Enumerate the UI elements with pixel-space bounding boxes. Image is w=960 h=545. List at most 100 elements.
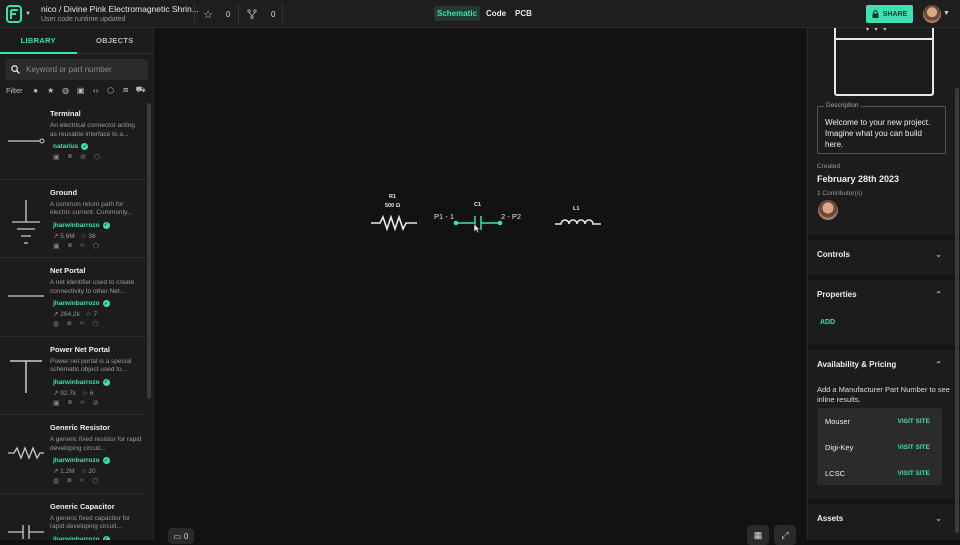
globe-icon: ◍ [53, 478, 60, 485]
item-stats: ↗ 5.6M ☆ 38 [53, 232, 96, 240]
tab-pcb[interactable]: PCB [512, 6, 535, 21]
expand-icon: ⤢ [781, 529, 789, 540]
inductor-symbol[interactable] [555, 214, 601, 228]
comments-button[interactable]: ▭ 0 [168, 528, 194, 544]
item-stats: ↗ 264.2k ☆ 7 [53, 310, 97, 318]
image-filter-icon[interactable]: ▣ [76, 85, 86, 95]
author-name: jharwinbarrozo [53, 378, 100, 386]
item-name: Terminal [50, 109, 81, 118]
vendor-row: Digi-Key VISIT SITE [817, 434, 942, 460]
footprint-filter-icon[interactable]: ⧈ [121, 85, 131, 95]
image-icon: ▣ [53, 154, 60, 161]
image-icon: ▣ [53, 242, 60, 250]
ground-symbol-icon [12, 199, 40, 244]
no-code-icon: ⊘ [80, 154, 86, 161]
description-label: Description [824, 102, 861, 109]
item-author[interactable]: jharwinbarrozo ✓ [53, 378, 110, 386]
item-badges: ▣ ⧈ ‹› ⬡ [53, 242, 99, 250]
item-author[interactable]: jharwinbarrozo ✓ [53, 535, 110, 540]
item-author[interactable]: jharwinbarrozo ✓ [53, 300, 110, 307]
schematic-canvas[interactable]: R1 500 Ω P1 - 1 C1 2 - P2 L1 ▭ 0 ▦ ⤢ [155, 28, 807, 545]
star-icon: ☆ [85, 311, 92, 318]
created-label: Created [817, 163, 841, 170]
section-title: Assets [817, 513, 844, 523]
star-icon: ☆ [82, 389, 88, 397]
grid-toggle-button[interactable]: ▦ [747, 525, 769, 545]
comment-count: 0 [184, 531, 189, 541]
code-filter-icon[interactable]: ‹› [91, 85, 101, 95]
item-name: Net Portal [50, 266, 86, 275]
assets-section-header[interactable]: Assets ⌄ [808, 499, 960, 532]
add-property-button[interactable]: ADD [820, 319, 835, 326]
cart-filter-icon[interactable]: ⛟ [136, 85, 146, 95]
divider [282, 4, 283, 24]
tab-schematic[interactable]: Schematic [434, 6, 481, 21]
star-button[interactable]: ☆ 0 [199, 5, 230, 23]
visit-site-link[interactable]: VISIT SITE [897, 470, 930, 477]
chevron-down-icon[interactable]: ▼ [943, 10, 950, 17]
mouse-cursor-icon [473, 223, 481, 234]
list-item-generic-resistor[interactable]: Generic Resistor A generic fixed resisto… [0, 415, 146, 494]
more-icon[interactable]: ▾ ▾ ▾ [866, 28, 888, 33]
list-item-terminal[interactable]: Terminal An electrical connector acting … [0, 101, 146, 180]
item-description: A generic fixed capacitor for rapid deve… [50, 514, 131, 531]
stars-count: 20 [88, 468, 96, 475]
code-icon: ‹› [80, 241, 85, 249]
visit-site-link[interactable]: VISIT SITE [897, 418, 930, 425]
trend-icon: ↗ [53, 389, 59, 397]
uses-stat: ↗ 264.2k [53, 310, 80, 318]
chevron-up-icon: ⌃ [935, 289, 942, 299]
star-filter-icon[interactable]: ★ [46, 85, 56, 95]
footprint-icon: ⧈ [67, 398, 73, 406]
tab-code[interactable]: Code [483, 6, 509, 21]
inspector-scrollbar[interactable] [955, 88, 959, 533]
item-author[interactable]: jharwinbarrozo ✓ [53, 221, 110, 229]
flux-logo-menu[interactable]: ▼ [6, 4, 36, 24]
item-description: A generic fixed resistor for rapid devel… [50, 436, 142, 452]
no-model-icon: ⬡ [92, 242, 99, 250]
user-avatar[interactable] [923, 5, 941, 23]
availability-section-header[interactable]: Availability & Pricing ⌃ [808, 345, 960, 378]
comment-icon: ▭ [173, 531, 182, 541]
stars-count: 6 [89, 389, 94, 397]
tab-library[interactable]: LIBRARY [0, 28, 77, 54]
divider [238, 4, 239, 24]
visit-site-link[interactable]: VISIT SITE [897, 444, 930, 451]
filter-label: Filter [6, 85, 23, 95]
user-filter-icon[interactable]: ● [31, 85, 41, 95]
contributor-avatar[interactable] [818, 200, 838, 220]
description-text: Welcome to your new project. Imagine wha… [825, 118, 931, 149]
list-item-net-portal[interactable]: Net Portal A net identifier used to crea… [0, 258, 146, 337]
globe-filter-icon[interactable]: ◍ [61, 85, 71, 95]
model-icon: ⬡ [92, 478, 99, 485]
library-scrollbar[interactable] [147, 103, 151, 399]
tab-objects[interactable]: OBJECTS [76, 28, 153, 54]
grid-icon: ▦ [753, 529, 763, 540]
divider [194, 4, 195, 24]
list-item-power-net-portal[interactable]: Power Net Portal Power net portal is a s… [0, 337, 146, 415]
fit-view-button[interactable]: ⤢ [774, 525, 796, 545]
resistor-symbol[interactable] [371, 212, 417, 234]
list-item-ground[interactable]: Ground A common return path for electric… [0, 180, 146, 258]
code-icon: ‹› [80, 398, 85, 406]
resistor-symbol-icon [8, 446, 44, 460]
item-author[interactable]: jharwinbarrozo ✓ [53, 457, 110, 464]
terminal-symbol-icon [8, 138, 45, 144]
controls-section-header[interactable]: Controls ⌄ [808, 235, 960, 268]
uses-count: 5.6M [60, 232, 75, 240]
section-title: Controls [817, 249, 850, 259]
fork-button[interactable]: 0 [243, 5, 275, 23]
search-icon [11, 65, 20, 74]
code-icon: ‹› [79, 477, 85, 484]
list-item-generic-capacitor[interactable]: Generic Capacitor A generic fixed capaci… [0, 494, 146, 540]
description-field[interactable]: Description Welcome to your new project.… [817, 102, 946, 154]
cube-filter-icon[interactable]: ⬡ [106, 85, 116, 95]
item-author[interactable]: natarius ✓ [53, 143, 89, 150]
share-button[interactable]: SHARE [866, 5, 913, 23]
search-input[interactable] [26, 65, 146, 74]
item-name: Ground [50, 187, 78, 197]
properties-section-header[interactable]: Properties ⌃ [808, 275, 960, 308]
image-icon: ▣ [53, 399, 60, 407]
verified-icon: ✓ [102, 221, 110, 229]
project-title[interactable]: nico / Divine Pink Electromagnetic Shrin… [41, 4, 199, 14]
